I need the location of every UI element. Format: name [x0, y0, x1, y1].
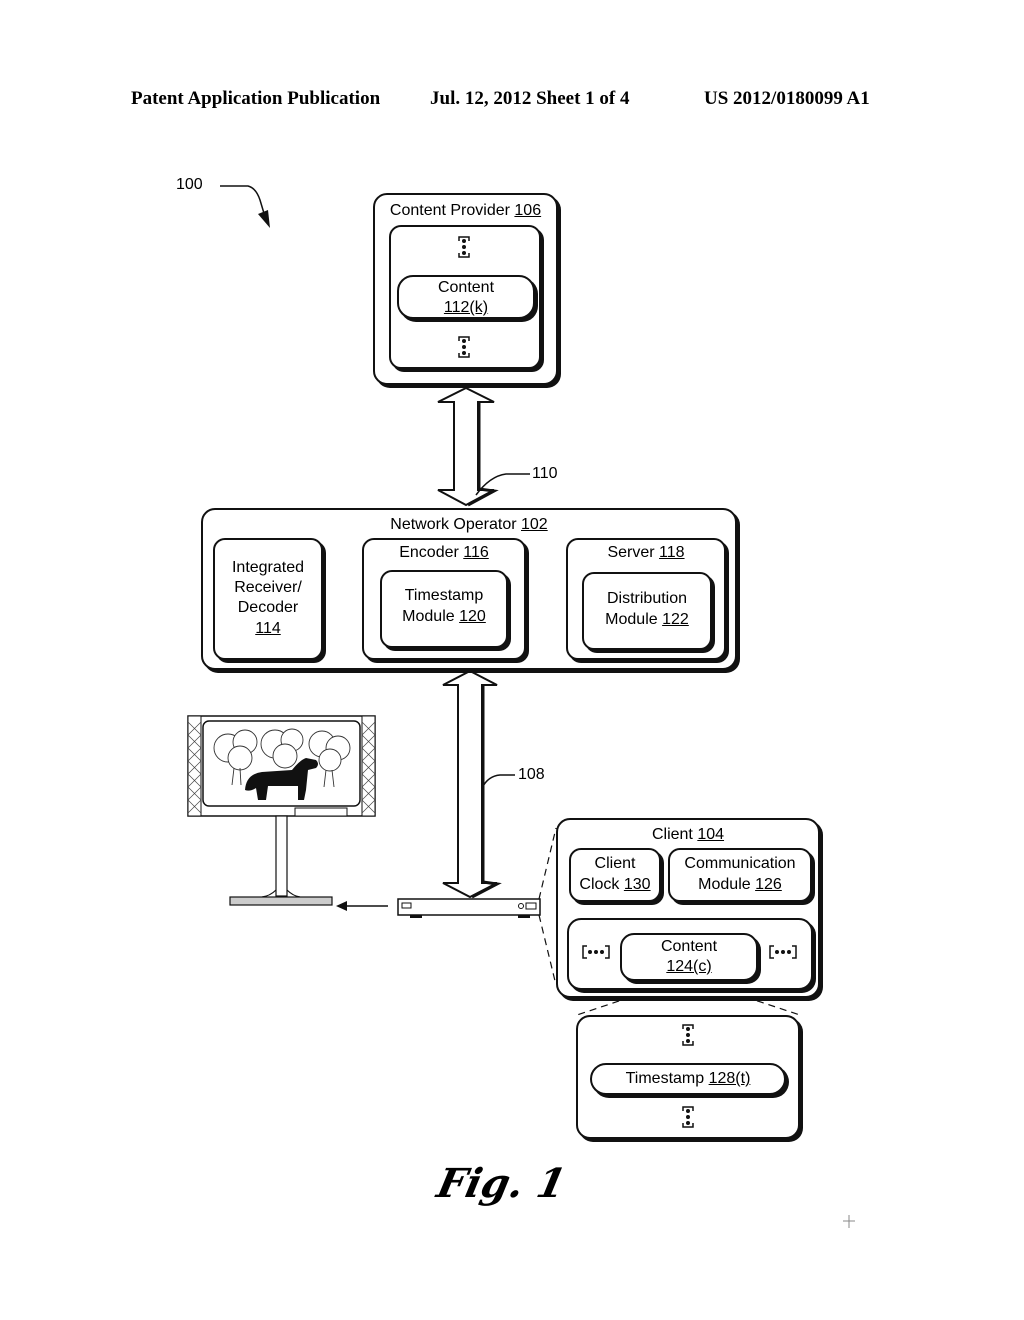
ref-100-label: 100 [176, 176, 203, 193]
network-operator-box: Network Operator 102 Integrated Receiver… [201, 508, 737, 670]
distribution-module-line2: Module 122 [605, 611, 689, 628]
vertical-ellipsis-icon [457, 235, 471, 264]
server-box: Server 118 Distribution Module 122 [566, 538, 726, 660]
timestamp-list-box: Timestamp 128(t) [576, 1015, 800, 1139]
vertical-ellipsis-icon [681, 1023, 695, 1052]
link-110-arrow [437, 386, 499, 507]
ird-line2: Receiver/ [234, 579, 302, 596]
communication-module-line1: Communication [684, 855, 796, 872]
timestamp-module-line2: Module 120 [402, 608, 486, 625]
client-label: Client 104 [651, 826, 725, 843]
ref-108-leader [481, 774, 515, 789]
content-provider-box: Content Provider 106 Content 112(k) [373, 193, 558, 385]
communication-module-line2: Module 126 [698, 876, 782, 893]
timestamp-module-box: Timestamp Module 120 [380, 570, 508, 648]
set-top-box-illustration [397, 898, 541, 918]
zoom-line-upper [538, 827, 557, 900]
horizontal-ellipsis-icon [581, 944, 611, 965]
ref-108-label: 108 [518, 766, 545, 783]
horizontal-ellipsis-icon [768, 944, 798, 965]
ref-100-arrowhead [258, 210, 270, 228]
content-list-container: Content 112(k) [389, 225, 541, 369]
encoder-label: Encoder 116 [399, 544, 489, 561]
client-clock-line2: Clock 130 [579, 876, 651, 893]
encoder-box: Encoder 116 Timestamp Module 120 [362, 538, 526, 660]
ird-line1: Integrated [231, 559, 305, 576]
content-112k-ref: 112(k) [443, 299, 489, 316]
ref-110-label: 110 [532, 465, 558, 482]
vertical-ellipsis-icon [681, 1105, 695, 1134]
ird-line3: Decoder [237, 599, 299, 616]
ird-box: Integrated Receiver/ Decoder 114 [213, 538, 323, 660]
network-operator-label: Network Operator 102 [390, 516, 548, 533]
content-124c-box: Content 124(c) [620, 933, 758, 981]
link-108-arrow [442, 669, 502, 899]
content-124c-name: Content [660, 938, 718, 955]
television-illustration [187, 715, 376, 906]
timestamp-128t-box: Timestamp 128(t) [590, 1063, 786, 1095]
client-clock-line1: Client [594, 855, 636, 872]
distribution-module-line1: Distribution [606, 590, 688, 607]
content-112k-name: Content [437, 279, 495, 296]
content-124c-ref: 124(c) [666, 958, 712, 975]
communication-module-box: Communication Module 126 [668, 848, 812, 902]
distribution-module-box: Distribution Module 122 [582, 572, 712, 650]
ird-ref: 114 [255, 620, 281, 637]
content-112k-box: Content 112(k) [397, 275, 535, 319]
timestamp-128t-label: Timestamp 128(t) [625, 1070, 751, 1087]
content-provider-label: Content Provider 106 [389, 202, 542, 219]
server-label: Server 118 [607, 544, 685, 561]
client-content-list: Content 124(c) [567, 918, 813, 990]
client-clock-box: Client Clock 130 [569, 848, 661, 902]
figure-caption: Fig. 1 [433, 1160, 571, 1207]
registration-mark [843, 1215, 855, 1228]
zoom-line-lower [538, 914, 557, 986]
vertical-ellipsis-icon [457, 335, 471, 364]
client-box: Client 104 Client Clock 130 Communicatio… [556, 818, 820, 998]
timestamp-module-line1: Timestamp [404, 587, 484, 604]
